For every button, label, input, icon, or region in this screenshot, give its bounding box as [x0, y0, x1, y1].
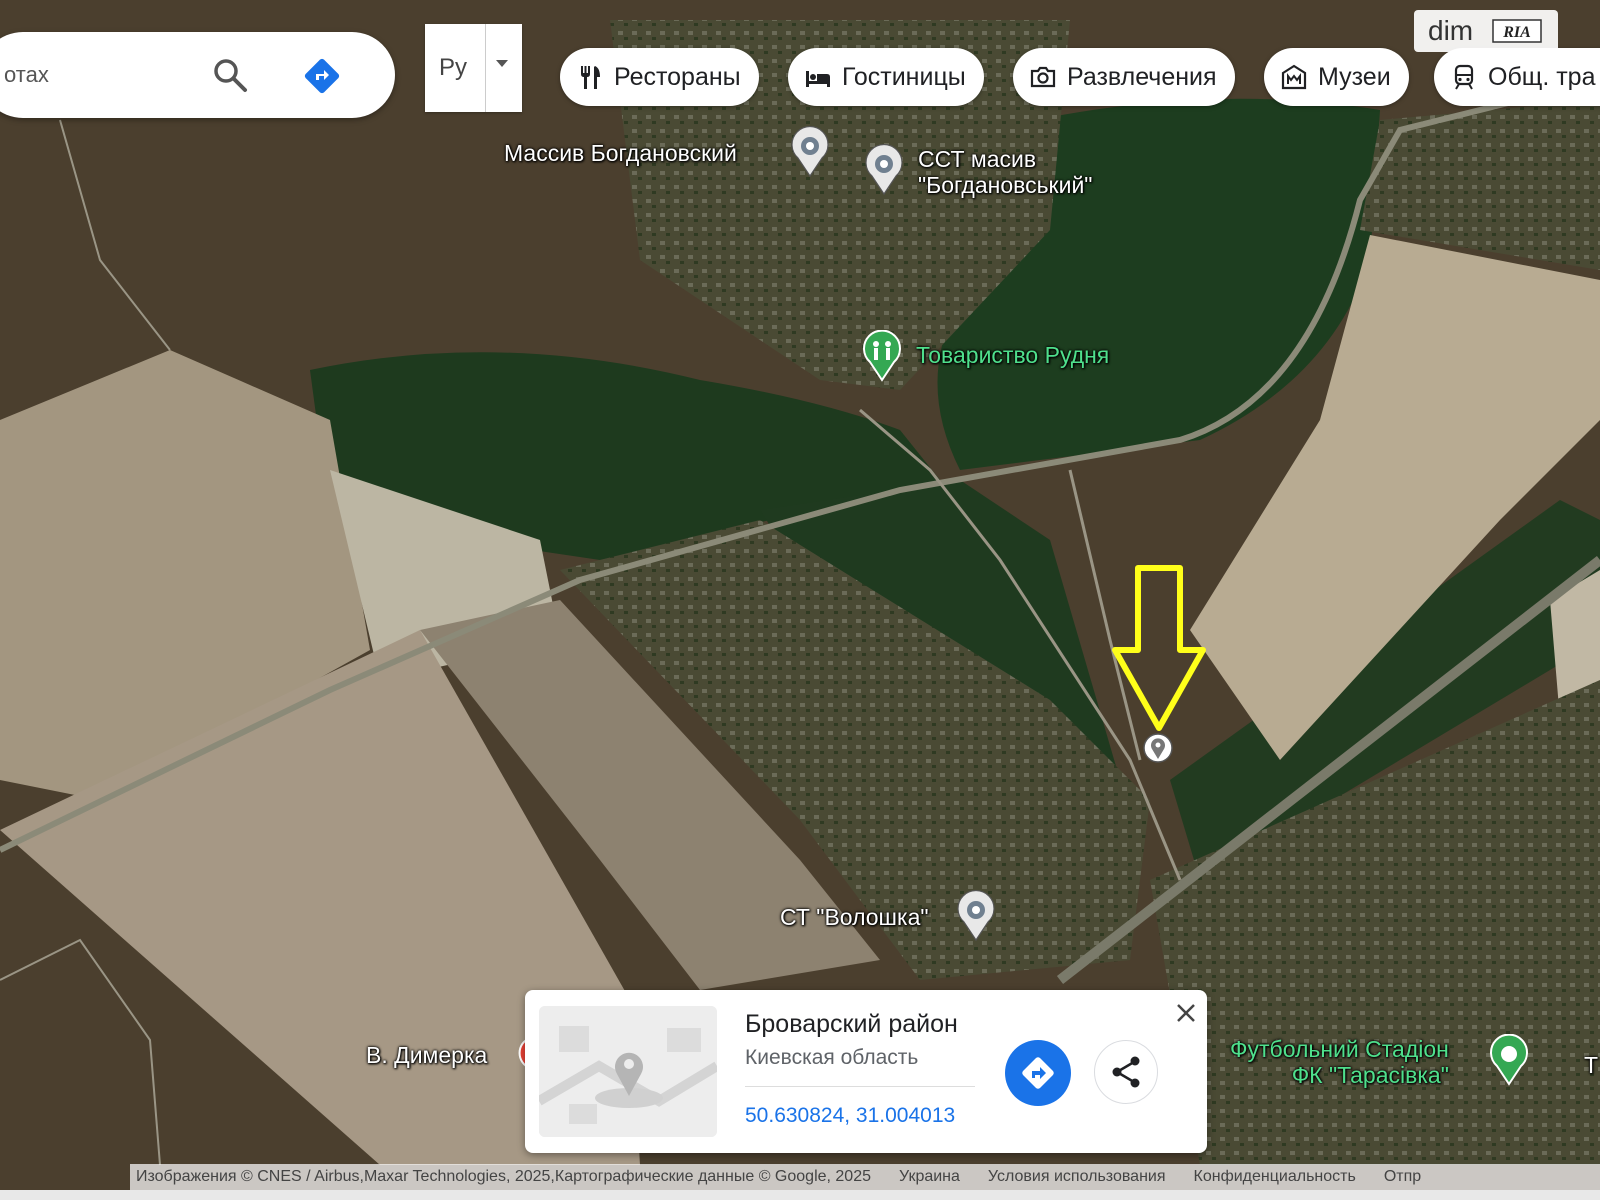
chip-entertainment[interactable]: Развлечения: [1013, 48, 1235, 106]
chip-transit[interactable]: Общ. тра: [1434, 48, 1600, 106]
park-pin-icon[interactable]: [862, 330, 902, 382]
chip-museums[interactable]: Музеи: [1264, 48, 1409, 106]
place-label-edge[interactable]: Т: [1584, 1052, 1598, 1078]
bed-icon: [806, 71, 830, 87]
close-icon[interactable]: [1173, 1000, 1199, 1026]
place-title: Броварский район: [745, 1010, 958, 1038]
camera-icon: [1030, 66, 1056, 88]
place-info-card[interactable]: Броварский район Киевская область 50.630…: [525, 990, 1207, 1153]
share-icon: [1112, 1056, 1140, 1088]
terms-link[interactable]: Условия использования: [988, 1168, 1166, 1186]
language-divider: [485, 24, 486, 112]
imagery-attribution: Изображения © CNES / Airbus,Maxar Techno…: [136, 1168, 871, 1185]
attribution-bar: Изображения © CNES / Airbus,Maxar Techno…: [130, 1164, 1600, 1190]
share-button[interactable]: [1094, 1040, 1158, 1104]
search-input[interactable]: отах: [4, 62, 49, 88]
feedback-link[interactable]: Отпр: [1384, 1168, 1421, 1186]
directions-button[interactable]: [1005, 1040, 1071, 1106]
stadium-pin-icon[interactable]: [1489, 1034, 1529, 1086]
place-subtitle: Киевская область: [745, 1046, 919, 1069]
language-selector[interactable]: Ру: [425, 24, 522, 112]
place-label-rudnya[interactable]: Товариство Рудня: [916, 342, 1109, 368]
place-label-stadium[interactable]: Футбольний Стадіон ФК "Тарасівка": [1230, 1036, 1449, 1088]
chevron-down-icon[interactable]: [496, 60, 508, 67]
train-icon: [1454, 64, 1474, 90]
place-pin-icon[interactable]: [790, 126, 830, 178]
place-pin-icon[interactable]: [864, 144, 904, 196]
directions-icon[interactable]: [302, 56, 342, 96]
chip-entertainment-label: Развлечения: [1067, 62, 1217, 91]
chip-restaurants-label: Рестораны: [614, 62, 741, 91]
place-label-voloshka[interactable]: СТ "Волошка": [780, 904, 929, 930]
chip-hotels-label: Гостиницы: [842, 62, 966, 91]
place-label-sst[interactable]: ССТ масив "Богдановський": [918, 146, 1092, 198]
logo-text: dim: [1428, 15, 1474, 46]
chip-transit-label: Общ. тра: [1488, 62, 1596, 91]
place-label-dymerka[interactable]: В. Димерка: [366, 1042, 487, 1068]
bottom-strip: [0, 1190, 1600, 1200]
language-label: Ру: [439, 54, 468, 81]
directions-icon: [1022, 1057, 1054, 1089]
dimria-logo: dim RIA: [1414, 10, 1558, 52]
ria-logo-icon: RIA: [1492, 19, 1542, 43]
svg-text:RIA: RIA: [1502, 24, 1531, 41]
search-icon[interactable]: [212, 57, 248, 93]
place-pin-icon[interactable]: [956, 890, 996, 942]
place-label-bogdanovsky[interactable]: Массив Богдановский: [504, 140, 737, 166]
fork-knife-icon: [581, 66, 600, 89]
dropped-pin-icon[interactable]: [1143, 732, 1173, 770]
chip-restaurants[interactable]: Рестораны: [560, 48, 759, 106]
place-coordinates[interactable]: 50.630824, 31.004013: [745, 1104, 955, 1128]
search-box[interactable]: отах: [0, 32, 395, 118]
museum-icon: [1281, 64, 1307, 90]
country-label: Украина: [899, 1168, 960, 1185]
map-placeholder-icon: [539, 1006, 717, 1137]
chip-museums-label: Музеи: [1318, 62, 1391, 91]
divider: [745, 1086, 975, 1087]
place-thumbnail[interactable]: [539, 1006, 717, 1137]
chip-hotels[interactable]: Гостиницы: [788, 48, 984, 106]
privacy-link[interactable]: Конфиденциальность: [1194, 1168, 1356, 1186]
